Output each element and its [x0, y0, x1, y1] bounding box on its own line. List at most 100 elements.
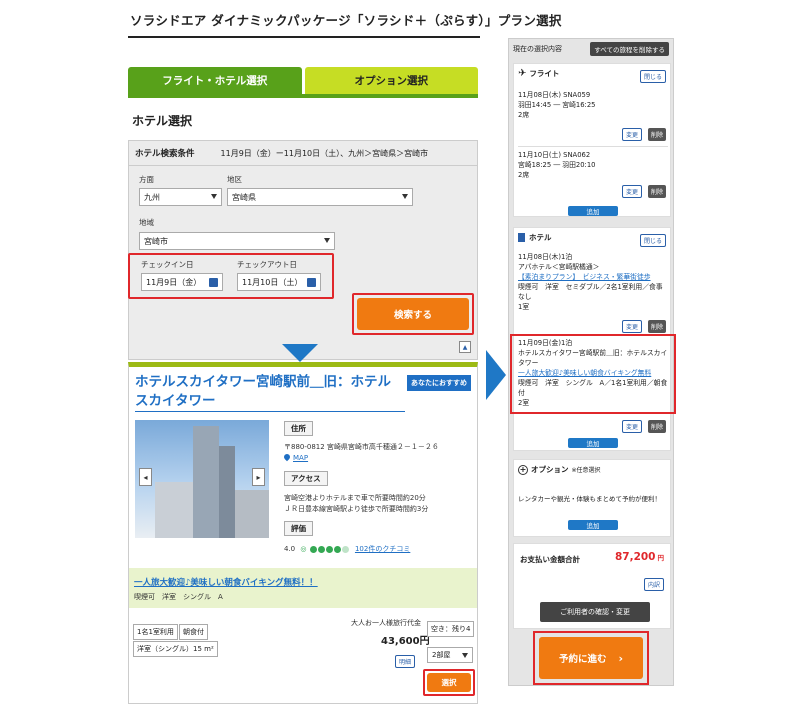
hotel1-line4: 喫煙可 洋室 セミダブル／2名1室利用／食事なし	[518, 283, 663, 301]
hotel2-delete-button[interactable]: 削除	[648, 420, 667, 433]
option-add-button[interactable]: 追加	[568, 520, 618, 530]
select-button-highlight: 選択	[423, 669, 475, 696]
hotel2-plan-link[interactable]: 一人旅大歓迎♪美味しい朝食バイキング無料	[518, 368, 668, 378]
hotel1-delete-button[interactable]: 削除	[648, 320, 667, 333]
photo-prev-icon[interactable]: ◂	[139, 468, 152, 486]
hotel-section: ホテル 閉じる 11月08日(木)1泊 アパホテル＜宮崎駅橘通＞ 【素泊まりプラ…	[510, 227, 676, 451]
map-pin-icon	[282, 452, 292, 462]
hotel-name-underline	[135, 411, 405, 412]
flight2-line2: 宮崎18:25 ― 羽田20:10	[518, 161, 596, 169]
price-label: 大人お一人様旅行代金	[351, 619, 421, 627]
checkout-field[interactable]: 11月10日（土）	[237, 273, 321, 291]
hotel-collapse-button[interactable]: 閉じる	[639, 234, 666, 247]
option-text: レンタカーや観光・体験もまとめて予約が便利！	[518, 495, 661, 503]
hotel-section-title: ホテル	[518, 232, 552, 243]
flight2-line1: 11月10日(土) SNA062	[518, 151, 591, 159]
arrow-right-icon	[486, 350, 506, 400]
availability: 空き：残り4	[427, 621, 475, 637]
flight1-line2: 羽田14:45 ― 宮崎16:25	[518, 101, 596, 109]
clear-all-button[interactable]: すべての旅程を削除する	[590, 42, 669, 56]
plan-header: 一人旅大歓迎♪美味しい朝食バイキング無料！！ 喫煙可 洋室 シングル A	[129, 568, 477, 608]
hotel2-change-button[interactable]: 変更	[622, 420, 643, 433]
hotel-title: ホテル	[529, 233, 552, 242]
tripadvisor-icon: ◎	[300, 545, 307, 553]
hotel-name[interactable]: ホテルスカイタワー宮崎駅前＿旧：ホテルスカイタワー	[135, 373, 395, 411]
plan-title-link[interactable]: 一人旅大歓迎♪美味しい朝食バイキング無料！！	[134, 576, 318, 588]
divider	[518, 146, 668, 147]
flight1-change-button[interactable]: 変更	[622, 128, 643, 141]
search-button-highlight: 検索する	[352, 293, 474, 335]
page: ソラシドエア ダイナミックパッケージ「ソラシド＋（ぷらす）」プラン選択 フライト…	[0, 0, 800, 714]
flight1-details: 11月08日(木) SNA059 羽田14:45 ― 宮崎16:25 2席	[518, 90, 668, 120]
flight2-change-button[interactable]: 変更	[622, 185, 643, 198]
region-value: 宮崎市	[144, 236, 168, 246]
review-link[interactable]: 102件のクチコミ	[355, 545, 410, 553]
confirm-users-button[interactable]: ご利用者の確認・変更	[540, 602, 650, 622]
plan-price-area: 1名1室利用 朝食付 洋室（シングル）15 m² 大人お一人様旅行代金 43,6…	[129, 615, 477, 701]
chevron-down-icon	[324, 238, 330, 243]
rooms-select[interactable]: 2部屋	[427, 647, 473, 663]
flight-add-button[interactable]: 追加	[568, 206, 618, 216]
flight2-details: 11月10日(土) SNA062 宮崎18:25 ― 羽田20:10 2席	[518, 150, 668, 180]
hotel2-line1: 11月09日(金)1泊	[518, 339, 573, 347]
checkin-field[interactable]: 11月9日（金）	[141, 273, 223, 291]
hotel-card: ホテルスカイタワー宮崎駅前＿旧：ホテルスカイタワー あなたにおすすめ ◂ ▸ 住…	[128, 362, 478, 704]
building-shape	[155, 482, 193, 538]
plan-subtitle: 喫煙可 洋室 シングル A	[134, 593, 223, 601]
flight-title: フライト	[529, 69, 560, 78]
review-button[interactable]: 評価	[284, 521, 313, 536]
area-value: 宮崎県	[232, 192, 256, 202]
hotel2-line4: 喫煙可 洋室 シングル A／1名1室利用／朝食付	[518, 379, 668, 397]
access-line-1: 宮崎空港よりホテルまで車で所要時間約20分	[284, 494, 426, 502]
tag-breakfast: 朝食付	[179, 624, 208, 640]
details-button[interactable]: 明細	[395, 655, 416, 668]
flight-collapse-button[interactable]: 閉じる	[639, 70, 666, 83]
rating-dot-icon	[325, 545, 333, 553]
tab-options[interactable]: オプション選択	[304, 67, 478, 94]
flight2-delete-button[interactable]: 削除	[648, 185, 667, 198]
rating-row: 4.0 ◎ 102件のクチコミ	[284, 544, 410, 554]
calendar-icon[interactable]	[209, 278, 218, 287]
option-section-title: + オプション ※任意選択	[518, 464, 601, 475]
total-detail-button[interactable]: 内訳	[643, 578, 664, 591]
calendar-icon[interactable]	[307, 278, 316, 287]
sidebar-header: 現在の選択内容 すべての旅程を削除する	[509, 39, 673, 59]
proceed-button[interactable]: 予約に進む ›	[539, 637, 643, 679]
map-link[interactable]: MAP	[282, 452, 309, 462]
direction-value: 九州	[144, 192, 160, 202]
selection-sidebar: 現在の選択内容 すべての旅程を削除する ✈ フライト 閉じる 11月08日(木) …	[508, 38, 676, 686]
section-title: ホテル選択	[132, 114, 193, 128]
flight-section: ✈ フライト 閉じる 11月08日(木) SNA059 羽田14:45 ― 宮崎1…	[513, 63, 671, 217]
rating-dot-icon	[317, 545, 325, 553]
map-link-label: MAP	[293, 454, 309, 462]
hotel-add-button[interactable]: 追加	[568, 438, 618, 448]
search-button[interactable]: 検索する	[357, 298, 469, 330]
rating-dot-icon	[341, 545, 349, 553]
hotel-photo: ◂ ▸	[135, 420, 269, 538]
address-button[interactable]: 住所	[284, 421, 313, 436]
hotel1-change-button[interactable]: 変更	[622, 320, 643, 333]
option-title: オプション	[531, 465, 569, 474]
building-shape	[193, 426, 219, 538]
access-button[interactable]: アクセス	[284, 471, 328, 486]
access-line-2: ＪＲ日豊本線宮崎駅より徒歩で所要時間約3分	[284, 505, 429, 513]
hotel1-plan-link[interactable]: 【素泊まりプラン】 ビジネス・繁華街徒歩	[518, 272, 668, 282]
total-unit: 円	[657, 554, 665, 562]
flight1-delete-button[interactable]: 削除	[648, 128, 667, 141]
total-value: 87,200	[614, 551, 656, 563]
select-button[interactable]: 選択	[427, 673, 471, 692]
flight1-line1: 11月08日(木) SNA059	[518, 91, 591, 99]
option-section: + オプション ※任意選択 レンタカーや観光・体験もまとめて予約が便利！ 追加	[513, 459, 671, 537]
area-label: 地区	[227, 175, 242, 184]
rating-value: 4.0	[284, 545, 296, 553]
title-divider	[128, 36, 480, 38]
photo-next-icon[interactable]: ▸	[252, 468, 265, 486]
direction-select[interactable]: 九州	[139, 188, 222, 206]
region-select[interactable]: 宮崎市	[139, 232, 335, 250]
tab-flight-hotel[interactable]: フライト・ホテル選択	[128, 67, 302, 94]
collapse-up-icon[interactable]: ▲	[459, 341, 471, 353]
area-select[interactable]: 宮崎県	[227, 188, 413, 206]
hotel1-line2: アパホテル＜宮崎駅橘通＞	[518, 263, 600, 271]
chevron-down-icon	[402, 194, 408, 199]
chevron-down-icon	[462, 653, 468, 658]
